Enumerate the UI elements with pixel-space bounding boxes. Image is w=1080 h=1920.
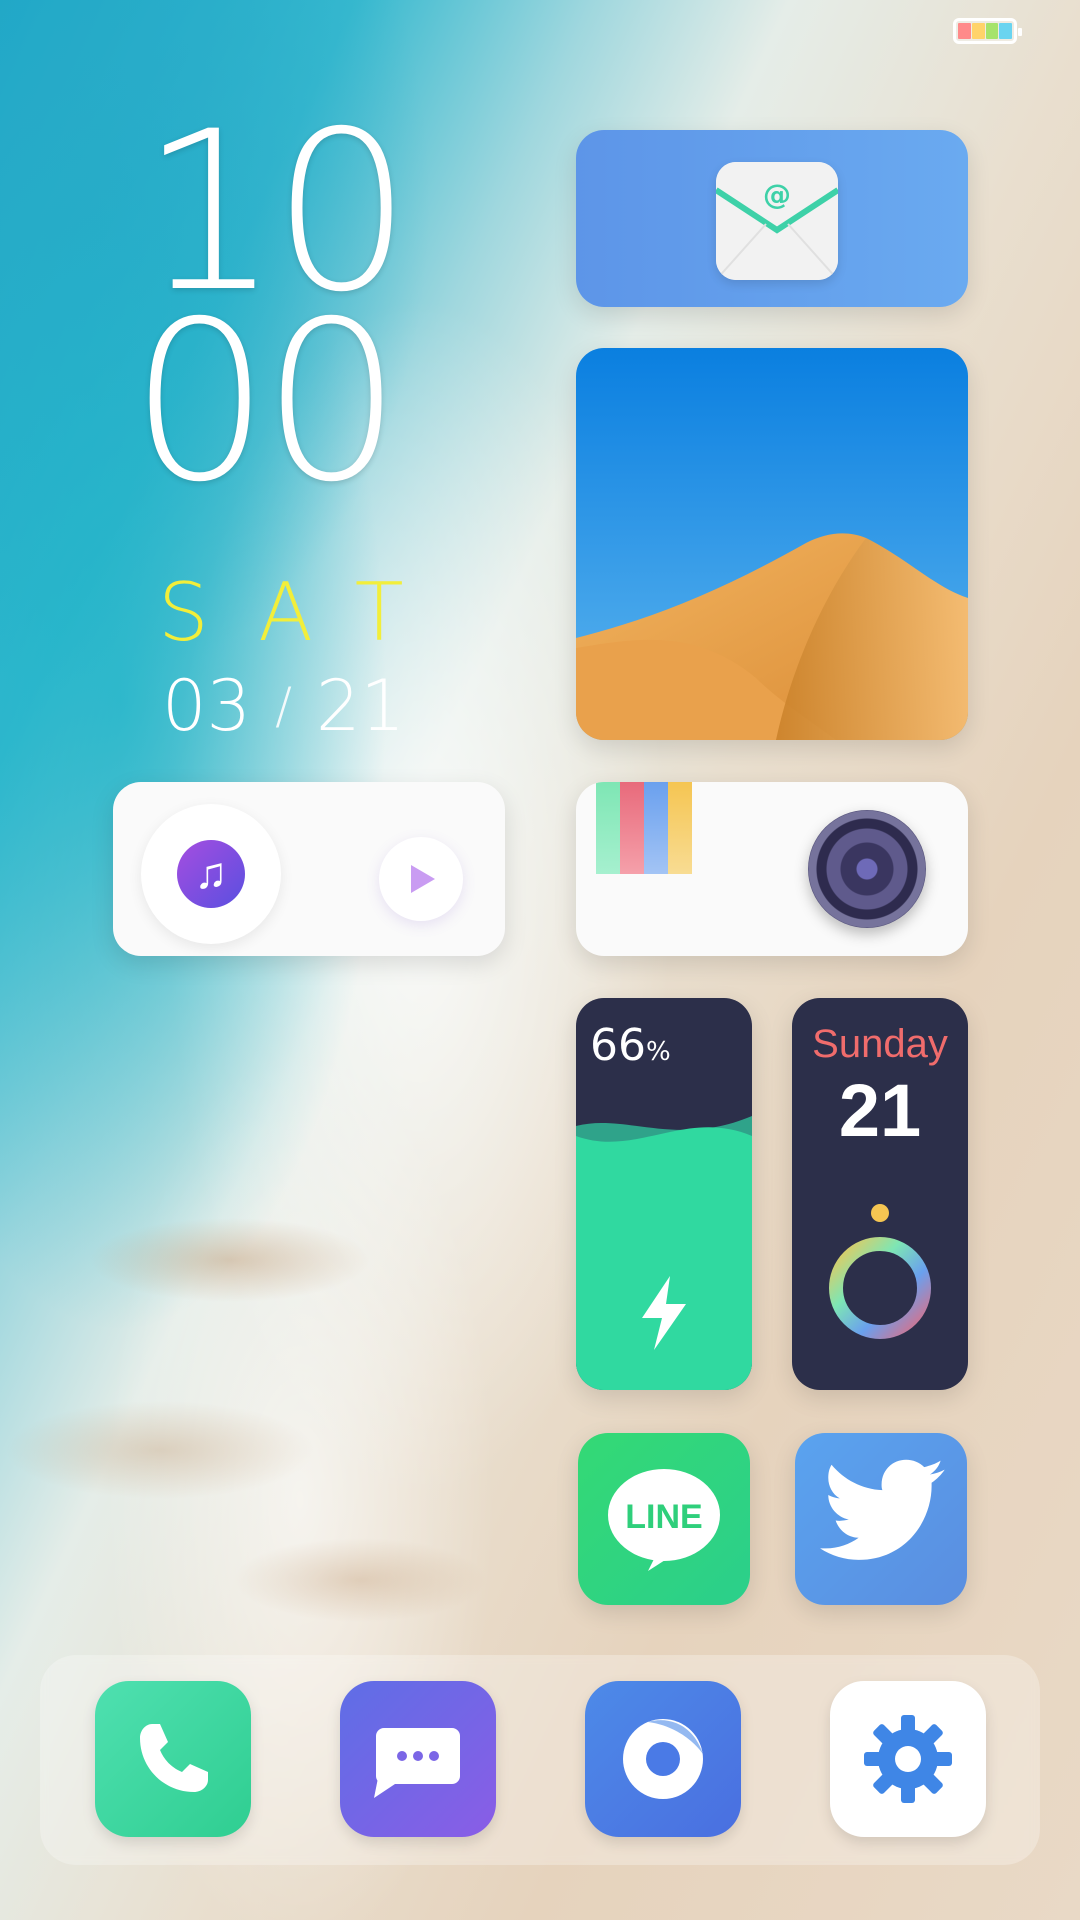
camera-widget[interactable] [576, 782, 968, 956]
phone-app-icon[interactable] [95, 1681, 251, 1837]
phone-icon [140, 1724, 208, 1792]
music-widget[interactable]: ♫ [113, 782, 505, 956]
twitter-bird-icon [820, 1459, 945, 1560]
browser-app-icon[interactable] [585, 1681, 741, 1837]
music-disc: ♫ [141, 804, 281, 944]
date-separator: / [275, 677, 292, 735]
battery-segment [999, 23, 1012, 39]
twitter-app-icon[interactable] [795, 1433, 967, 1605]
battery-widget[interactable]: 66% [576, 998, 752, 1390]
music-note-icon: ♫ [177, 840, 245, 908]
app-dock [40, 1655, 1040, 1865]
calendar-day: 21 [838, 1069, 922, 1152]
calendar-weekday: Sunday [812, 1022, 948, 1066]
date-month: 03 [162, 665, 252, 747]
line-label: LINE [625, 1498, 702, 1536]
clock-minute: 00 [130, 274, 402, 530]
clock-widget[interactable]: 10 00 [130, 102, 420, 512]
line-app-icon[interactable]: LINE [578, 1433, 750, 1605]
lightning-bolt-icon [642, 1276, 686, 1350]
messages-icon [374, 1728, 460, 1798]
desert-photo [576, 348, 968, 740]
play-button[interactable] [379, 837, 463, 921]
palette-bar [644, 782, 668, 874]
at-symbol: @ [763, 178, 791, 211]
play-icon [411, 865, 435, 893]
battery-status-icon [953, 18, 1022, 44]
mail-icon: @ [716, 162, 838, 280]
battery-segment [985, 23, 999, 39]
messages-app-icon[interactable] [340, 1681, 496, 1837]
mail-widget[interactable]: @ [576, 130, 968, 307]
settings-app-icon[interactable] [830, 1681, 986, 1837]
battery-segment [958, 23, 971, 39]
settings-gear-icon [864, 1715, 952, 1803]
color-palette-icon [596, 782, 692, 874]
date-label: 03 / 21 [162, 665, 405, 747]
battery-segment [971, 23, 985, 39]
palette-bar [668, 782, 692, 874]
palette-bar [596, 782, 620, 874]
date-day: 21 [315, 665, 406, 747]
ring-progress-icon [829, 1204, 931, 1339]
browser-icon [623, 1719, 703, 1799]
weekday-label: SAT [158, 566, 452, 659]
palette-bar [620, 782, 644, 874]
calendar-widget[interactable]: Sunday 21 [792, 998, 968, 1390]
line-bubble-icon: LINE [608, 1469, 720, 1571]
photo-widget[interactable] [576, 348, 968, 740]
camera-lens-icon [808, 810, 926, 928]
